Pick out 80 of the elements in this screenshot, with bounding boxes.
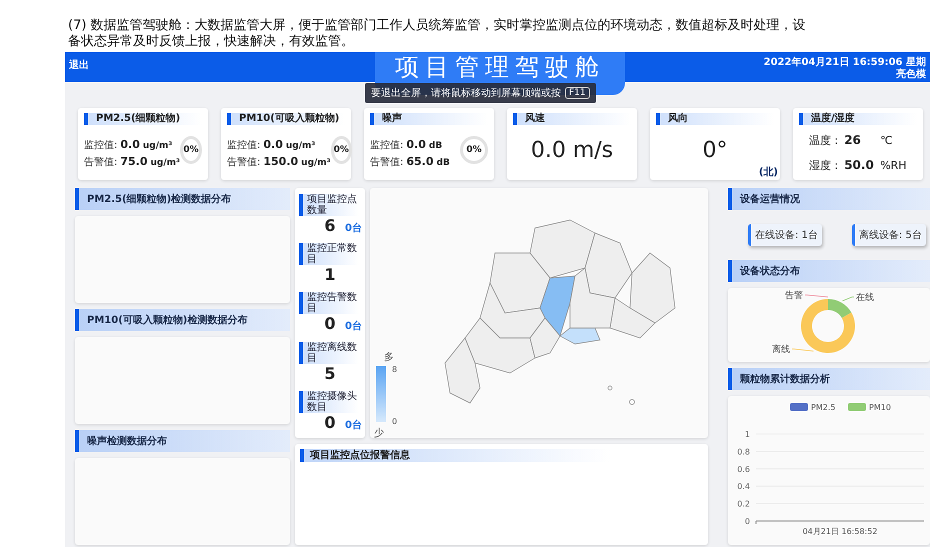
field-value: 75.0	[120, 154, 148, 168]
device-count-button[interactable]: 在线设备: 1台	[748, 224, 822, 246]
axis-tick-label: 0	[744, 517, 750, 526]
key-hint: F11	[565, 87, 590, 99]
stat-label: 项目监控点数量	[299, 194, 359, 216]
section-header: PM10(可吸入颗粒物)检测数据分布	[75, 309, 290, 331]
stat-value: 0	[324, 314, 336, 334]
count-label: 0台	[345, 418, 362, 432]
stat-label: 监控告警数目	[299, 292, 359, 314]
dashboard-title: 项目管理驾驶舱	[395, 52, 605, 82]
axis-tick-label: 0.4	[737, 482, 750, 492]
legend-swatch	[790, 403, 808, 411]
axis-tick-label: 04月21日 16:58:52	[802, 527, 878, 536]
field-label: 告警值:	[84, 156, 118, 168]
direction-label: (北)	[758, 166, 778, 179]
field-value: 65.0	[406, 154, 434, 168]
legend-bar	[376, 366, 386, 422]
axis-tick-label: 0.8	[737, 447, 750, 456]
axis-tick-label: 0.6	[737, 464, 750, 474]
slice-label: 离线	[772, 345, 790, 355]
leader-line	[804, 294, 828, 298]
count-label: 0台	[345, 222, 362, 236]
count-label: 0台	[345, 320, 362, 334]
tooltip-text: 要退出全屏，请将鼠标移动到屏幕顶端或按	[371, 86, 561, 100]
exit-link[interactable]: 退出	[69, 52, 89, 72]
section-header: 设备状态分布	[728, 260, 930, 282]
field-label: 监控值:	[370, 138, 404, 152]
stat-value: 0	[324, 412, 336, 432]
field-label: 湿度 :	[809, 158, 838, 173]
field-label: 告警值:	[227, 156, 260, 168]
axis-tick-label: 0.2	[737, 500, 750, 509]
unit-label: %RH	[880, 159, 907, 172]
device-count-button[interactable]: 离线设备: 5台	[852, 224, 926, 246]
leader-line	[842, 296, 854, 302]
slice-label: 在线	[856, 293, 874, 303]
legend-label: 0	[392, 417, 398, 426]
unit-label: ug/m³	[301, 158, 331, 168]
unit-label: ℃	[880, 134, 893, 147]
field-label: 监控值:	[227, 138, 260, 152]
stat-label: 监控正常数目	[299, 243, 359, 266]
percent-ring: 0%	[460, 136, 488, 164]
section-header: PM2.5(细颗粒物)检测数据分布	[75, 188, 290, 210]
section-header: 设备运营情况	[728, 188, 930, 210]
reading-value: 0°	[702, 138, 728, 162]
field-label: 监控值:	[84, 138, 118, 152]
legend-label: 多	[384, 352, 394, 363]
section-header: 噪声检测数据分布	[75, 430, 290, 452]
field-label: 告警值:	[370, 156, 404, 168]
unit-label: ug/m³	[142, 140, 172, 150]
stat-label: 监控摄像头数目	[299, 390, 359, 413]
stat-value: 6	[324, 216, 336, 236]
axis-tick-label: 1	[744, 430, 750, 439]
unit-label: dB	[436, 158, 450, 168]
slice-label: 告警	[785, 291, 803, 301]
leader-line	[792, 348, 814, 352]
section-header: 颗粒物累计数据分析	[728, 368, 930, 390]
field-label: 温度 :	[809, 133, 838, 148]
field-value: 50.0	[844, 158, 874, 172]
legend-label: 少	[374, 428, 384, 438]
field-value: 0.0	[406, 138, 426, 150]
caption-text: (7) 数据监管驾驶舱：大数据监管大屏，便于监管部门工作人员统筹监管，实时掌控监测点位的环境动态，数值超标及时处理，设备状态异常及时反馈上报，快速解决，有效监管。	[68, 17, 807, 51]
legend-label: 8	[392, 365, 398, 374]
unit-label: ug/m³	[150, 158, 180, 168]
percent-ring: 0%	[330, 136, 352, 164]
unit-label: dB	[428, 140, 442, 150]
stat-label: 监控离线数目	[299, 342, 359, 364]
field-value: 0.0	[263, 138, 283, 150]
stat-value: 1	[324, 265, 336, 284]
legend-swatch	[848, 403, 866, 411]
legend-label: PM10	[869, 403, 891, 412]
theme-toggle[interactable]: 亮色模	[764, 69, 926, 81]
field-value: 0.0	[120, 138, 140, 150]
field-value: 150.0	[263, 154, 298, 168]
unit-label: ug/m³	[286, 140, 316, 150]
legend-label: PM2.5	[811, 403, 836, 412]
reading-value: 0.0 m/s	[530, 138, 614, 162]
field-value: 26	[844, 133, 862, 147]
datetime-label: 2022年04月21日 16:59:06 星期	[764, 57, 926, 68]
stat-value: 5	[324, 364, 336, 383]
percent-ring: 0%	[180, 136, 202, 164]
